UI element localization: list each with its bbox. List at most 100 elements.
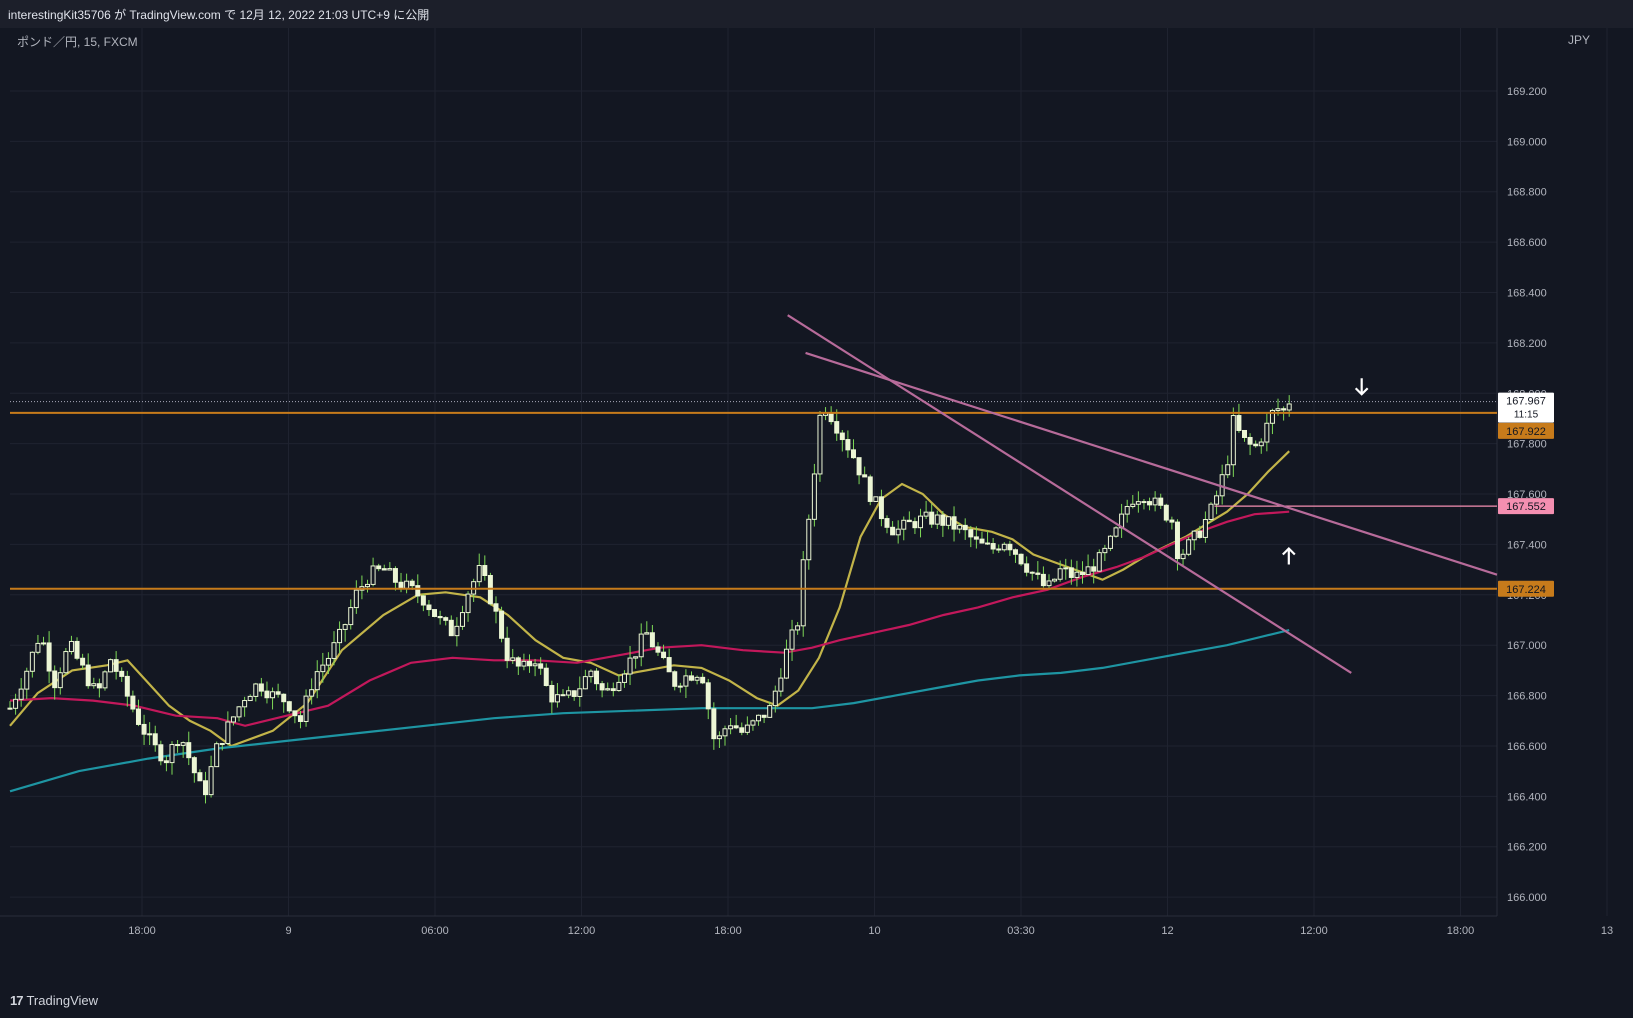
candle-body — [767, 705, 773, 718]
candle-body — [789, 629, 795, 650]
candle-body — [688, 675, 694, 681]
y-tick-label: 166.200 — [1507, 842, 1547, 854]
candle-body — [1096, 552, 1102, 572]
candle-body — [499, 610, 505, 639]
candle-body — [515, 657, 521, 667]
candle-body — [404, 580, 410, 589]
candle-body — [7, 707, 13, 710]
candle-body — [24, 670, 30, 690]
candle-body — [1012, 549, 1018, 555]
candle-body — [610, 688, 616, 692]
candle-body — [605, 688, 611, 691]
candle-body — [655, 646, 661, 653]
candle-body — [828, 412, 834, 423]
candle-body — [884, 518, 890, 528]
candle-body — [700, 676, 706, 684]
candle-body — [119, 670, 125, 677]
candle-body — [113, 659, 119, 672]
symbol-legend[interactable]: ポンド／円, 15, FXCM — [17, 33, 138, 50]
tradingview-logo[interactable]: 17 TradingView — [10, 993, 98, 1008]
candle-body — [739, 727, 745, 733]
candle-body — [18, 688, 24, 700]
candle-body — [728, 725, 734, 730]
candle-body — [772, 690, 778, 707]
candle-body — [521, 660, 527, 667]
candle-body — [571, 690, 577, 697]
candle-body — [208, 766, 214, 796]
candle-body — [895, 528, 901, 536]
candle-body — [1191, 530, 1197, 541]
candle-body — [945, 516, 951, 526]
candle-body — [1001, 543, 1007, 551]
candle-body — [901, 519, 907, 530]
candle-body — [744, 724, 750, 733]
publish-bar: interestingKit35706 が TradingView.com で … — [0, 0, 1633, 29]
candle-body — [214, 743, 220, 768]
candle-body — [29, 651, 35, 672]
y-tick-label: 166.000 — [1507, 892, 1547, 904]
candle-body — [649, 632, 655, 648]
candle-body — [811, 473, 817, 520]
tradingview-logo-icon: 17 — [10, 993, 24, 1008]
candle-body — [800, 559, 806, 627]
candle-body — [1208, 503, 1214, 521]
candle-body — [554, 694, 560, 703]
x-tick-label: 03:30 — [1007, 925, 1035, 937]
candle-body — [806, 518, 812, 561]
y-tick-label: 166.400 — [1507, 791, 1547, 803]
candle-body — [1275, 408, 1281, 411]
candle-body — [722, 728, 728, 737]
candle-body — [108, 659, 114, 673]
candle-body — [990, 543, 996, 550]
candle-body — [163, 760, 169, 764]
candle-body — [711, 708, 717, 740]
x-tick-label: 12:00 — [1300, 925, 1328, 937]
candle-body — [817, 414, 823, 475]
candle-body — [756, 714, 762, 722]
candle-body — [672, 671, 678, 687]
candle-body — [353, 589, 359, 609]
candle-body — [973, 536, 979, 540]
candle-body — [1107, 535, 1113, 549]
x-tick-label: 18:00 — [1447, 925, 1475, 937]
candle-body — [337, 628, 343, 644]
candle-body — [242, 700, 248, 708]
candle-body — [1124, 506, 1130, 515]
candle-body — [1113, 527, 1119, 537]
candle-body — [1253, 443, 1259, 447]
candle-body — [1052, 578, 1058, 582]
candle-body — [247, 695, 253, 702]
candle-body — [426, 604, 432, 611]
candle-body — [666, 657, 672, 673]
candle-body — [1230, 415, 1236, 466]
x-tick-label: 12 — [1161, 925, 1173, 937]
candle-body — [270, 691, 276, 699]
y-tick-label: 167.000 — [1507, 640, 1547, 652]
candle-body — [890, 526, 896, 536]
candle-body — [1180, 553, 1186, 560]
candle-body — [1264, 422, 1270, 443]
candle-body — [633, 656, 639, 659]
candle-body — [13, 698, 19, 709]
candle-body — [577, 688, 583, 697]
candle-body — [1197, 530, 1203, 538]
candle-body — [1035, 572, 1041, 575]
candle-body — [1085, 566, 1091, 576]
candle-body — [906, 519, 912, 523]
y-tick-label: 166.800 — [1507, 691, 1547, 703]
candle-body — [1135, 501, 1141, 505]
candle-body — [158, 744, 164, 762]
candle-body — [918, 515, 924, 529]
candle-body — [543, 667, 549, 686]
candle-body — [264, 690, 270, 699]
candle-body — [878, 496, 884, 520]
price-label-time: 11:15 — [1514, 410, 1539, 421]
chart-area[interactable]: 169.200 169.000 168.800 168.600 168.400 168.2… — [0, 28, 1633, 1018]
candle-body — [599, 683, 605, 691]
candle-body — [733, 725, 739, 729]
x-tick-label: 12:00 — [568, 925, 596, 937]
currency-label[interactable]: JPY — [1568, 33, 1590, 47]
candle-body — [186, 742, 192, 759]
candle-body — [253, 683, 259, 697]
price-chart[interactable]: 169.200 169.000 168.800 168.600 168.400 168.2… — [0, 28, 1633, 1018]
